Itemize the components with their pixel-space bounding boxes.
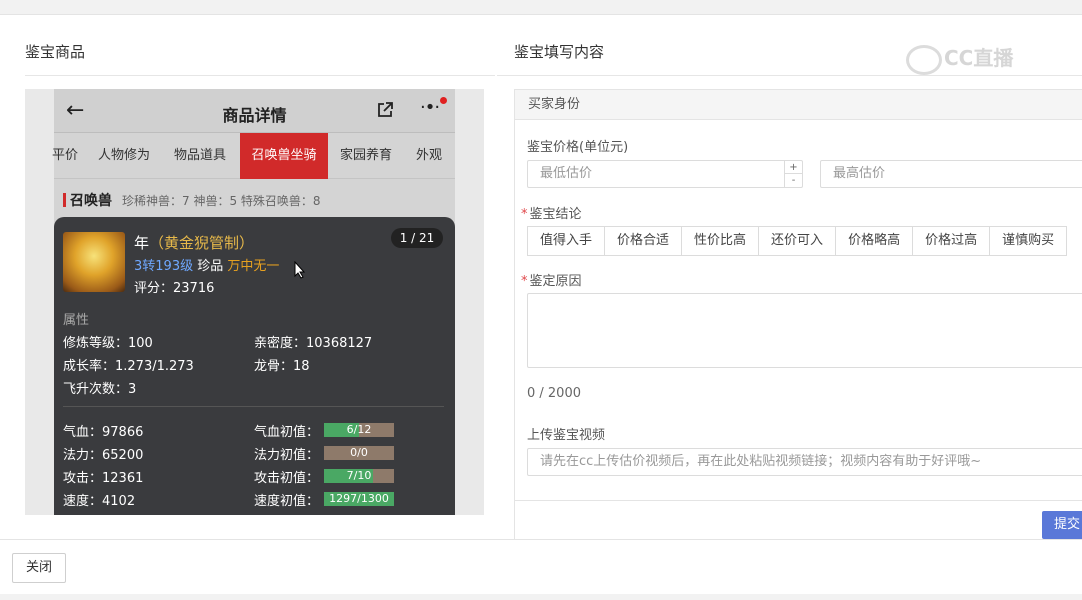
phone-tabs: 平价 人物修为 物品道具 召唤兽坐骑 家园养育 外观 bbox=[52, 133, 455, 179]
goods-title: 鉴宝商品 bbox=[25, 43, 86, 61]
attr-growth: 成长率：1.273/1.273 bbox=[63, 359, 194, 374]
option-bargain[interactable]: 还价可入 bbox=[759, 227, 837, 255]
tab-appearance[interactable]: 外观 bbox=[416, 133, 442, 179]
option-good-value[interactable]: 性价比高 bbox=[682, 227, 760, 255]
stat-hp-init-label: 气血初值： bbox=[254, 425, 320, 440]
share-icon[interactable] bbox=[376, 101, 394, 119]
stat-attack-bar: 7/10 bbox=[324, 469, 394, 483]
stat-speed-bar: 1297/1300 bbox=[324, 492, 394, 506]
tab-items[interactable]: 物品道具 bbox=[174, 133, 226, 179]
notification-dot bbox=[440, 97, 447, 104]
section-name: 召唤兽 bbox=[70, 193, 112, 209]
stat-speed: 速度：4102 bbox=[63, 494, 136, 509]
attr-dragonbone: 龙骨：18 bbox=[254, 359, 310, 374]
option-slightly-high[interactable]: 价格略高 bbox=[836, 227, 914, 255]
pet-score: 评分：23716 bbox=[134, 281, 215, 296]
min-price-input[interactable]: 最低估价 + - bbox=[527, 160, 803, 188]
stat-mp-bar: 0/0 bbox=[324, 446, 394, 460]
max-price-input[interactable]: 最高估价 bbox=[820, 160, 1082, 188]
min-price-stepper[interactable]: + - bbox=[784, 161, 802, 187]
buyer-identity-header: 买家身份 bbox=[515, 90, 1082, 120]
stat-mp-init-label: 法力初值： bbox=[254, 448, 320, 463]
char-counter: 0 / 2000 bbox=[527, 386, 581, 401]
conclusion-label: * 鉴宝结论 bbox=[521, 207, 582, 222]
attr-cultivation: 修炼等级：100 bbox=[63, 336, 153, 351]
tab-pingjia[interactable]: 平价 bbox=[52, 133, 78, 179]
attr-ascension: 飞升次数：3 bbox=[63, 382, 137, 397]
tab-summons[interactable]: 召唤兽坐骑 bbox=[240, 133, 328, 179]
phone-header: ← 商品详情 ·•· bbox=[54, 89, 455, 133]
option-worth-buying[interactable]: 值得入手 bbox=[528, 227, 606, 255]
form-footer-divider bbox=[515, 500, 1082, 501]
attr-header: 属性 bbox=[63, 313, 90, 328]
stat-speed-init-label: 速度初值： bbox=[254, 494, 320, 509]
right-divider bbox=[497, 75, 1082, 76]
price-label: 鉴宝价格(单位元) bbox=[527, 140, 629, 155]
goods-screenshot: ← 商品详情 ·•· 平价 人物修为 物品道具 召唤兽坐骑 家园养育 外观 召唤… bbox=[25, 89, 484, 515]
option-cautious[interactable]: 谨慎购买 bbox=[990, 227, 1066, 255]
appraisal-form: 买家身份 鉴宝价格(单位元) 最低估价 + - 最高估价 * 鉴宝结论 值得入手 价… bbox=[514, 89, 1082, 540]
tab-character[interactable]: 人物修为 bbox=[98, 133, 150, 179]
attr-intimacy: 亲密度：10368127 bbox=[254, 336, 373, 351]
stat-attack-init-label: 攻击初值： bbox=[254, 471, 320, 486]
section-stats: 珍稀神兽：7 神兽：5 特殊召唤兽：8 bbox=[122, 194, 321, 208]
video-label: 上传鉴宝视频 bbox=[527, 428, 606, 443]
video-link-input[interactable]: 请先在cc上传估价视频后，再在此处粘贴视频链接；视频内容有助于好评哦~ bbox=[527, 448, 1082, 476]
close-button[interactable]: 关闭 bbox=[12, 553, 66, 583]
option-fair-price[interactable]: 价格合适 bbox=[605, 227, 683, 255]
pet-name: 年（黄金猊管制） bbox=[134, 234, 255, 252]
pet-card: 年（黄金猊管制） 3转193级 珍品 万中无一 评分：23716 1 / 21 … bbox=[54, 217, 455, 515]
pet-pager[interactable]: 1 / 21 bbox=[391, 228, 443, 248]
reason-label: * 鉴定原因 bbox=[521, 274, 582, 289]
conclusion-options: 值得入手 价格合适 性价比高 还价可入 价格略高 价格过高 谨慎购买 bbox=[527, 226, 1068, 256]
section-header: 召唤兽 珍稀神兽：7 神兽：5 特殊召唤兽：8 bbox=[63, 190, 321, 210]
pet-level: 3转193级 珍品 万中无一 bbox=[134, 259, 280, 274]
phone-title: 商品详情 bbox=[222, 106, 287, 125]
stat-hp-bar: 6/12 bbox=[324, 423, 394, 437]
pet-avatar bbox=[63, 232, 125, 292]
reason-textarea[interactable] bbox=[527, 293, 1082, 368]
form-title: 鉴宝填写内容 bbox=[514, 43, 605, 61]
card-divider bbox=[63, 406, 444, 407]
cursor-icon bbox=[294, 261, 306, 279]
stat-attack: 攻击：12361 bbox=[63, 471, 144, 486]
more-icon[interactable]: ·•· bbox=[420, 97, 440, 118]
watermark-logo: CC直播 bbox=[906, 42, 1013, 75]
footer-divider bbox=[0, 539, 1082, 540]
bottom-bar bbox=[0, 594, 1082, 600]
tab-home[interactable]: 家园养育 bbox=[340, 133, 392, 179]
submit-button[interactable]: 提交 bbox=[1042, 511, 1082, 539]
option-too-high[interactable]: 价格过高 bbox=[913, 227, 991, 255]
section-marker bbox=[63, 193, 66, 207]
phone-screen: ← 商品详情 ·•· 平价 人物修为 物品道具 召唤兽坐骑 家园养育 外观 召唤… bbox=[52, 89, 455, 515]
top-bar bbox=[0, 0, 1082, 15]
stat-mp: 法力：65200 bbox=[63, 448, 144, 463]
left-divider bbox=[25, 75, 495, 76]
stat-hp: 气血：97866 bbox=[63, 425, 144, 440]
